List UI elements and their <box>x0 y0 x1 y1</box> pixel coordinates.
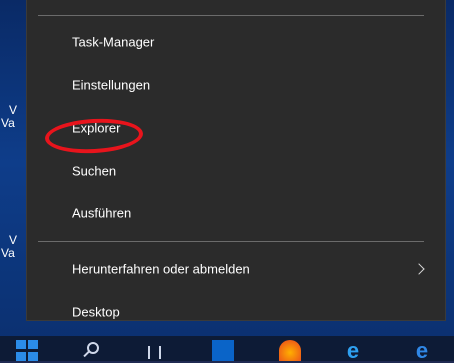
menu-item-settings[interactable]: Einstellungen <box>27 65 445 105</box>
search-icon[interactable] <box>82 340 99 356</box>
chevron-right-icon <box>413 263 425 275</box>
task-view-icon[interactable] <box>146 340 164 361</box>
menu-item-label: Explorer <box>72 120 121 136</box>
firefox-icon[interactable] <box>279 340 301 361</box>
menu-item-label: Einstellungen <box>72 77 151 93</box>
desktop-icon-label-fragment: Va <box>1 116 15 130</box>
menu-item-desktop[interactable]: Desktop <box>27 292 445 332</box>
internet-explorer-icon[interactable]: e <box>341 340 365 362</box>
menu-separator <box>38 15 424 16</box>
edge-icon[interactable]: e <box>411 340 433 362</box>
menu-item-search[interactable]: Suchen <box>27 151 445 191</box>
taskbar: e e <box>0 336 454 362</box>
menu-item-label: Ausführen <box>72 205 132 221</box>
outlook-icon[interactable] <box>212 340 234 361</box>
menu-item-run[interactable]: Ausführen <box>27 193 445 233</box>
menu-item-label: Suchen <box>72 163 117 179</box>
desktop-icon-label-fragment: V <box>9 233 18 247</box>
menu-item-label: Desktop <box>72 304 120 320</box>
menu-item-label: Herunterfahren oder abmelden <box>72 261 250 277</box>
desktop-icon-label-fragment: V <box>9 103 18 117</box>
winx-context-menu: Task-Manager Einstellungen Explorer Such… <box>27 0 445 320</box>
start-icon[interactable] <box>16 340 38 361</box>
menu-item-shutdown-or-signout[interactable]: Herunterfahren oder abmelden <box>27 249 445 289</box>
desktop-icon-label-fragment: Va <box>1 246 15 260</box>
menu-separator <box>38 241 424 242</box>
menu-item-task-manager[interactable]: Task-Manager <box>27 22 445 62</box>
menu-item-explorer[interactable]: Explorer <box>27 108 445 156</box>
menu-item-label: Task-Manager <box>72 34 155 50</box>
